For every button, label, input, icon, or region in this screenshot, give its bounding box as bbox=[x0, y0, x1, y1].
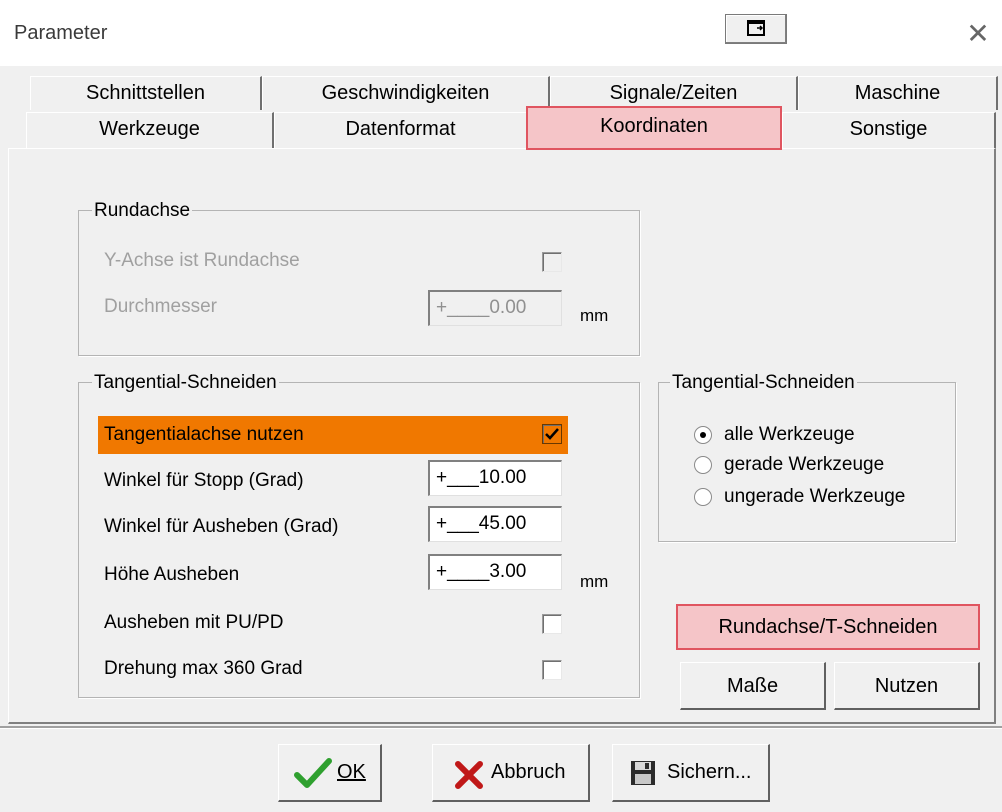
drehung-360-checkbox[interactable] bbox=[542, 660, 562, 680]
ok-button[interactable]: OK bbox=[278, 744, 382, 802]
tab-signale-zeiten[interactable]: Signale/Zeiten bbox=[550, 76, 798, 110]
check-icon bbox=[294, 758, 332, 788]
close-button[interactable]: ✕ bbox=[960, 16, 996, 52]
button-label: Maße bbox=[726, 675, 779, 697]
winkel-stopp-field[interactable]: +___10.00 bbox=[428, 460, 562, 496]
ok-label: OK bbox=[337, 761, 366, 783]
radio-gerade-werkzeuge[interactable] bbox=[694, 456, 712, 474]
checkmark-icon bbox=[545, 428, 559, 440]
drehung-360-label: Drehung max 360 Grad bbox=[104, 658, 303, 679]
tangentialachse-nutzen-checkbox[interactable] bbox=[542, 424, 562, 444]
ausheben-pupd-checkbox[interactable] bbox=[542, 614, 562, 634]
rundachse-group bbox=[78, 210, 640, 356]
tab-label: Geschwindigkeiten bbox=[321, 82, 490, 104]
tangentialachse-nutzen-label: Tangentialachse nutzen bbox=[104, 424, 304, 445]
tab-koordinaten[interactable]: Koordinaten bbox=[526, 106, 782, 150]
radio-alle-werkzeuge[interactable] bbox=[694, 426, 712, 444]
radio-alle-werkzeuge-label[interactable]: alle Werkzeuge bbox=[724, 424, 855, 446]
tab-sonstige[interactable]: Sonstige bbox=[782, 112, 996, 148]
winkel-stopp-label: Winkel für Stopp (Grad) bbox=[104, 470, 304, 491]
radio-ungerade-werkzeuge-label[interactable]: ungerade Werkzeuge bbox=[724, 486, 905, 508]
winkel-ausheben-field[interactable]: +___45.00 bbox=[428, 506, 562, 542]
ausheben-pupd-label: Ausheben mit PU/PD bbox=[104, 612, 284, 633]
rundachse-group-title: Rundachse bbox=[92, 200, 193, 222]
tab-schnittstellen[interactable]: Schnittstellen bbox=[30, 76, 262, 110]
durchmesser-field[interactable]: +____0.00 bbox=[428, 290, 562, 326]
tangential-group-title: Tangential-Schneiden bbox=[92, 372, 279, 394]
restore-window-icon bbox=[747, 20, 765, 36]
rundachse-t-schneiden-button[interactable]: Rundachse/T-Schneiden bbox=[676, 604, 980, 650]
title-bar: Parameter ✕ bbox=[0, 0, 1002, 66]
restore-window-button[interactable] bbox=[725, 14, 787, 44]
hoehe-ausheben-unit: mm bbox=[580, 572, 609, 591]
radio-gerade-werkzeuge-label[interactable]: gerade Werkzeuge bbox=[724, 454, 884, 476]
tab-werkzeuge[interactable]: Werkzeuge bbox=[26, 112, 274, 148]
tab-maschine[interactable]: Maschine bbox=[798, 76, 998, 110]
radio-ungerade-werkzeuge[interactable] bbox=[694, 488, 712, 506]
tab-geschwindigkeiten[interactable]: Geschwindigkeiten bbox=[262, 76, 550, 110]
footer-divider bbox=[0, 726, 1002, 729]
tangential-tools-group-title: Tangential-Schneiden bbox=[670, 372, 857, 394]
tab-label: Datenformat bbox=[345, 118, 456, 140]
y-achse-rundachse-checkbox[interactable] bbox=[542, 252, 562, 272]
nutzen-button[interactable]: Nutzen bbox=[834, 662, 980, 710]
tab-label: Schnittstellen bbox=[86, 82, 205, 104]
masse-button[interactable]: Maße bbox=[680, 662, 826, 710]
durchmesser-label: Durchmesser bbox=[104, 296, 217, 317]
x-icon bbox=[455, 761, 483, 789]
winkel-ausheben-label: Winkel für Ausheben (Grad) bbox=[104, 516, 339, 537]
floppy-disk-icon bbox=[631, 761, 655, 785]
tab-label: Signale/Zeiten bbox=[609, 82, 738, 104]
button-label: Rundachse/T-Schneiden bbox=[718, 616, 938, 638]
sichern-label: Sichern... bbox=[667, 761, 752, 783]
hoehe-ausheben-field[interactable]: +____3.00 bbox=[428, 554, 562, 590]
abbruch-button[interactable]: Abbruch bbox=[432, 744, 590, 802]
tab-label: Werkzeuge bbox=[99, 118, 200, 140]
tab-label: Sonstige bbox=[849, 118, 928, 140]
y-achse-rundachse-label: Y-Achse ist Rundachse bbox=[104, 250, 300, 271]
close-icon: ✕ bbox=[966, 18, 990, 49]
button-label: Nutzen bbox=[874, 675, 939, 697]
tab-label: Koordinaten bbox=[600, 115, 708, 137]
durchmesser-unit: mm bbox=[580, 306, 609, 325]
sichern-button[interactable]: Sichern... bbox=[612, 744, 770, 802]
window-title: Parameter bbox=[14, 22, 108, 44]
tab-datenformat[interactable]: Datenformat bbox=[274, 112, 528, 148]
abbruch-label: Abbruch bbox=[491, 761, 566, 783]
hoehe-ausheben-label: Höhe Ausheben bbox=[104, 564, 240, 585]
tab-label: Maschine bbox=[854, 82, 941, 104]
